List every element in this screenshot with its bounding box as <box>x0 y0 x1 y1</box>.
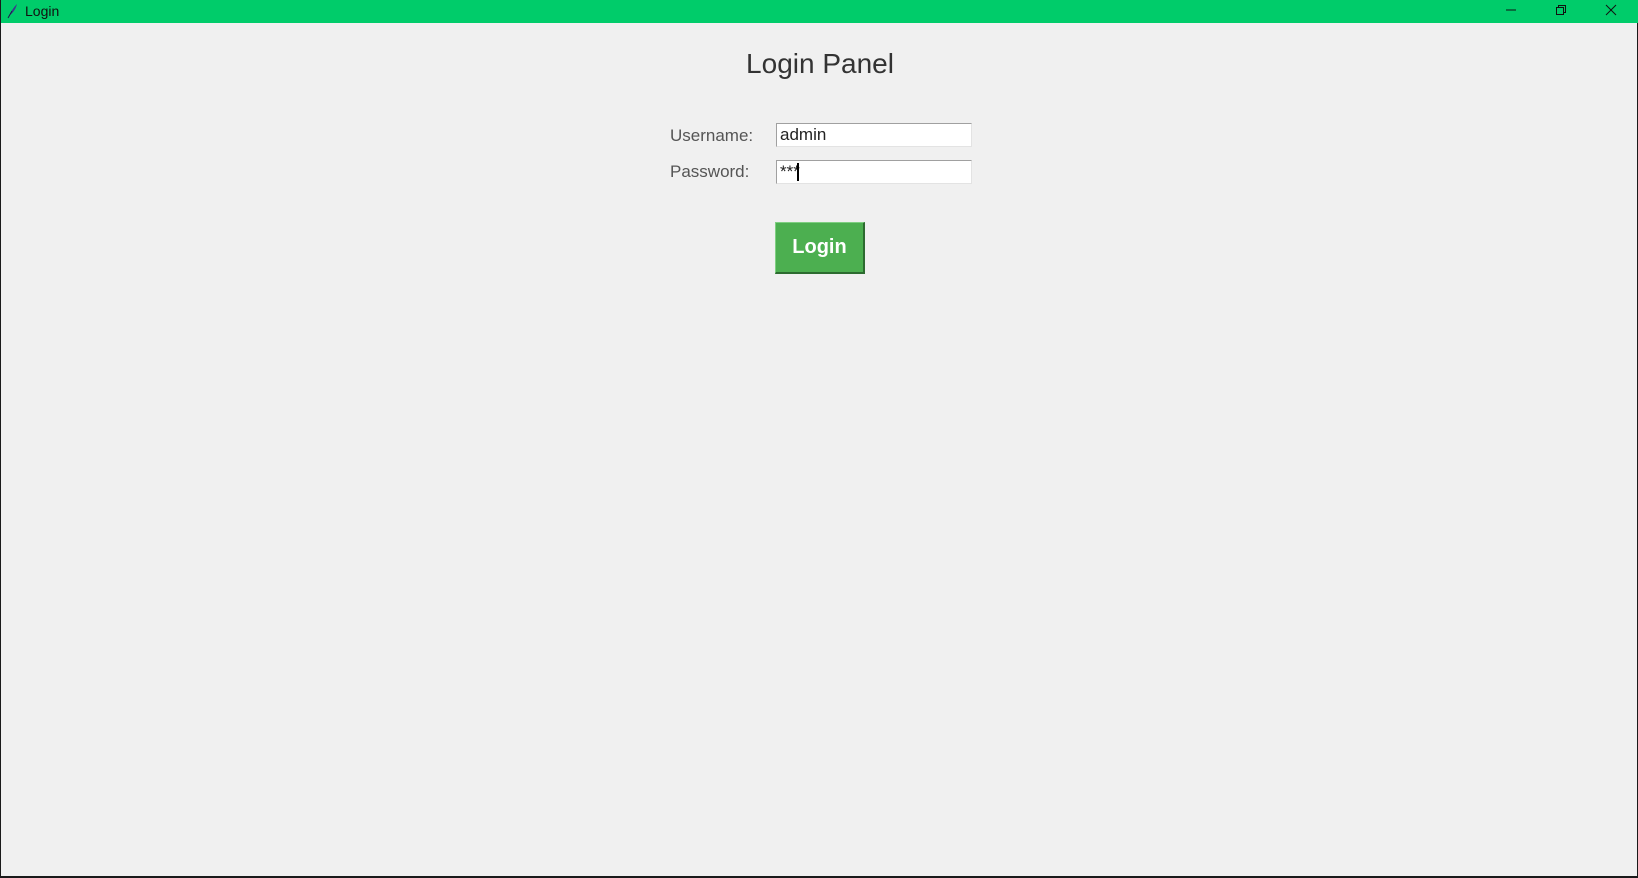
window-title: Login <box>25 3 60 19</box>
password-label: Password: <box>670 162 750 181</box>
close-button[interactable] <box>1586 0 1636 23</box>
title-bar[interactable]: Login <box>1 0 1638 23</box>
page-title: Login Panel <box>746 48 894 79</box>
close-icon <box>1605 3 1617 21</box>
maximize-button[interactable] <box>1536 0 1586 23</box>
password-field[interactable] <box>776 160 972 184</box>
login-button[interactable]: Login <box>775 222 865 274</box>
username-label: Username: <box>670 126 754 145</box>
username-field[interactable] <box>776 123 972 147</box>
minimize-button[interactable] <box>1486 0 1536 23</box>
minimize-icon <box>1505 3 1517 21</box>
restore-icon <box>1555 3 1567 21</box>
login-window: Login Login Panel Username: admin Passwo… <box>0 0 1638 878</box>
text-cursor <box>797 163 799 181</box>
feather-icon <box>5 3 19 19</box>
